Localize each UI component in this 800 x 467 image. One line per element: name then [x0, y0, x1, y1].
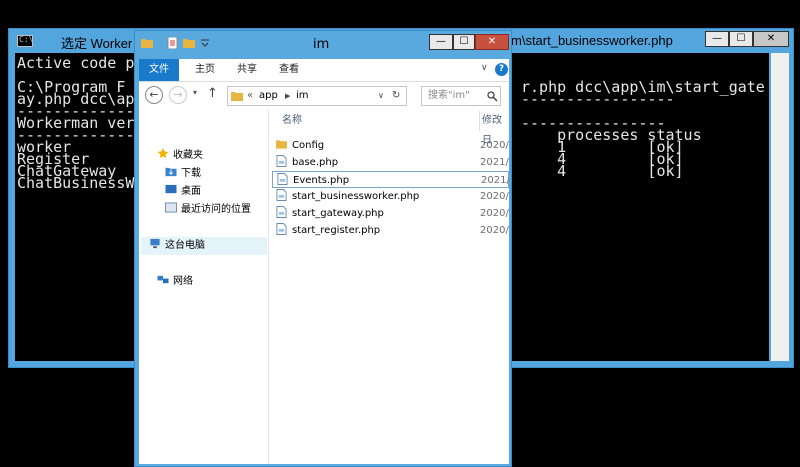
- nav-this-pc[interactable]: 这台电脑: [141, 237, 267, 255]
- address-toolbar: ← → ▾ ↑ « app ▶ im ∨ ↻ 搜索"im": [139, 81, 509, 109]
- star-icon: [157, 148, 169, 159]
- file-row-base[interactable]: base.php 2021/: [272, 154, 509, 171]
- network-icon: [157, 275, 169, 284]
- file-row-start-register[interactable]: start_register.php 2020/: [272, 222, 509, 239]
- nav-recent-places[interactable]: 最近访问的位置: [165, 201, 251, 219]
- breadcrumb-im[interactable]: im: [296, 87, 309, 105]
- nav-desktop[interactable]: 桌面: [165, 183, 201, 201]
- navigation-pane: 收藏夹 下载 桌面 最近访问的位置 这台电脑 网络: [139, 109, 267, 464]
- console-close-button[interactable]: ✕: [753, 31, 789, 47]
- forward-button[interactable]: →: [169, 86, 187, 104]
- recent-places-icon: [165, 202, 177, 213]
- properties-icon[interactable]: [167, 37, 179, 49]
- ribbon-tabs: 文件 主页 共享 查看 ∨ ?: [139, 59, 509, 81]
- column-separator[interactable]: [479, 111, 480, 131]
- desktop-icon: [165, 184, 177, 194]
- explorer-close-button[interactable]: ✕: [475, 34, 509, 50]
- console-minimize-button[interactable]: —: [705, 31, 729, 47]
- cmd-icon[interactable]: C:\: [17, 35, 33, 47]
- folder-icon: [276, 140, 287, 149]
- console-line: -----------------: [521, 90, 675, 108]
- address-bar[interactable]: « app ▶ im ∨ ↻: [227, 86, 407, 106]
- console-line: 4 [ok]: [521, 162, 684, 180]
- explorer-maximize-button[interactable]: ☐: [453, 34, 475, 50]
- file-row-config[interactable]: Config 2020/: [272, 137, 509, 154]
- pane-splitter[interactable]: [268, 109, 269, 464]
- folder-icon: [141, 39, 153, 48]
- explorer-titlebar[interactable]: im — ☐ ✕: [135, 31, 511, 57]
- column-header-modified[interactable]: 修改日: [482, 111, 509, 146]
- tab-view[interactable]: 查看: [279, 59, 299, 81]
- php-file-icon: [276, 223, 287, 235]
- tab-home[interactable]: 主页: [195, 59, 215, 81]
- breadcrumb-separator-icon[interactable]: ▶: [285, 87, 290, 105]
- tab-share[interactable]: 共享: [237, 59, 257, 81]
- console-title: 选定 Worker: [61, 36, 133, 51]
- back-button[interactable]: ←: [145, 86, 163, 104]
- ribbon-expand-icon[interactable]: ∨: [481, 63, 488, 73]
- breadcrumb-app[interactable]: app: [259, 87, 278, 105]
- console-scrollbar[interactable]: [771, 53, 789, 361]
- customize-quick-access-icon[interactable]: [199, 37, 211, 49]
- php-file-icon: [276, 206, 287, 218]
- recent-locations-icon[interactable]: ▾: [193, 88, 197, 97]
- nav-downloads[interactable]: 下载: [165, 165, 201, 183]
- downloads-folder-icon: [165, 167, 177, 177]
- file-list: 名称 修改日 Config 2020/ base.php 2021/ Event…: [270, 109, 509, 464]
- address-dropdown-icon[interactable]: ∨: [378, 87, 384, 105]
- breadcrumb-overflow-icon[interactable]: «: [247, 87, 253, 105]
- explorer-body: 收藏夹 下载 桌面 最近访问的位置 这台电脑 网络 名称 修改日 Config …: [139, 109, 509, 464]
- console-maximize-button[interactable]: ☐: [729, 31, 753, 47]
- computer-icon: [150, 238, 160, 249]
- console-line: ChatBusinessW: [17, 174, 135, 192]
- console-line: Active code p: [17, 54, 135, 72]
- file-row-start-businessworker[interactable]: start_businessworker.php 2020/: [272, 188, 509, 205]
- php-file-icon: [276, 155, 287, 167]
- php-file-icon: [276, 189, 287, 201]
- folder-icon: [231, 92, 243, 101]
- search-icon[interactable]: [487, 91, 498, 102]
- console-title-tail: m\start_businessworker.php: [511, 33, 673, 48]
- file-row-events[interactable]: Events.php 2021/: [272, 171, 509, 188]
- column-header-name[interactable]: 名称: [282, 111, 302, 131]
- explorer-title: im: [313, 37, 330, 52]
- file-row-start-gateway[interactable]: start_gateway.php 2020/: [272, 205, 509, 222]
- php-file-icon: [277, 173, 288, 185]
- refresh-icon[interactable]: ↻: [392, 87, 400, 105]
- explorer-window[interactable]: im — ☐ ✕ 文件 主页 共享 查看 ∨ ? ← → ▾ ↑ « app ▶…: [134, 30, 512, 467]
- new-folder-icon[interactable]: [183, 37, 195, 49]
- explorer-minimize-button[interactable]: —: [429, 34, 453, 50]
- nav-favorites[interactable]: 收藏夹: [157, 147, 203, 165]
- help-icon[interactable]: ?: [495, 63, 508, 76]
- tab-file[interactable]: 文件: [139, 59, 179, 81]
- nav-network[interactable]: 网络: [157, 273, 193, 291]
- up-button[interactable]: ↑: [207, 86, 218, 101]
